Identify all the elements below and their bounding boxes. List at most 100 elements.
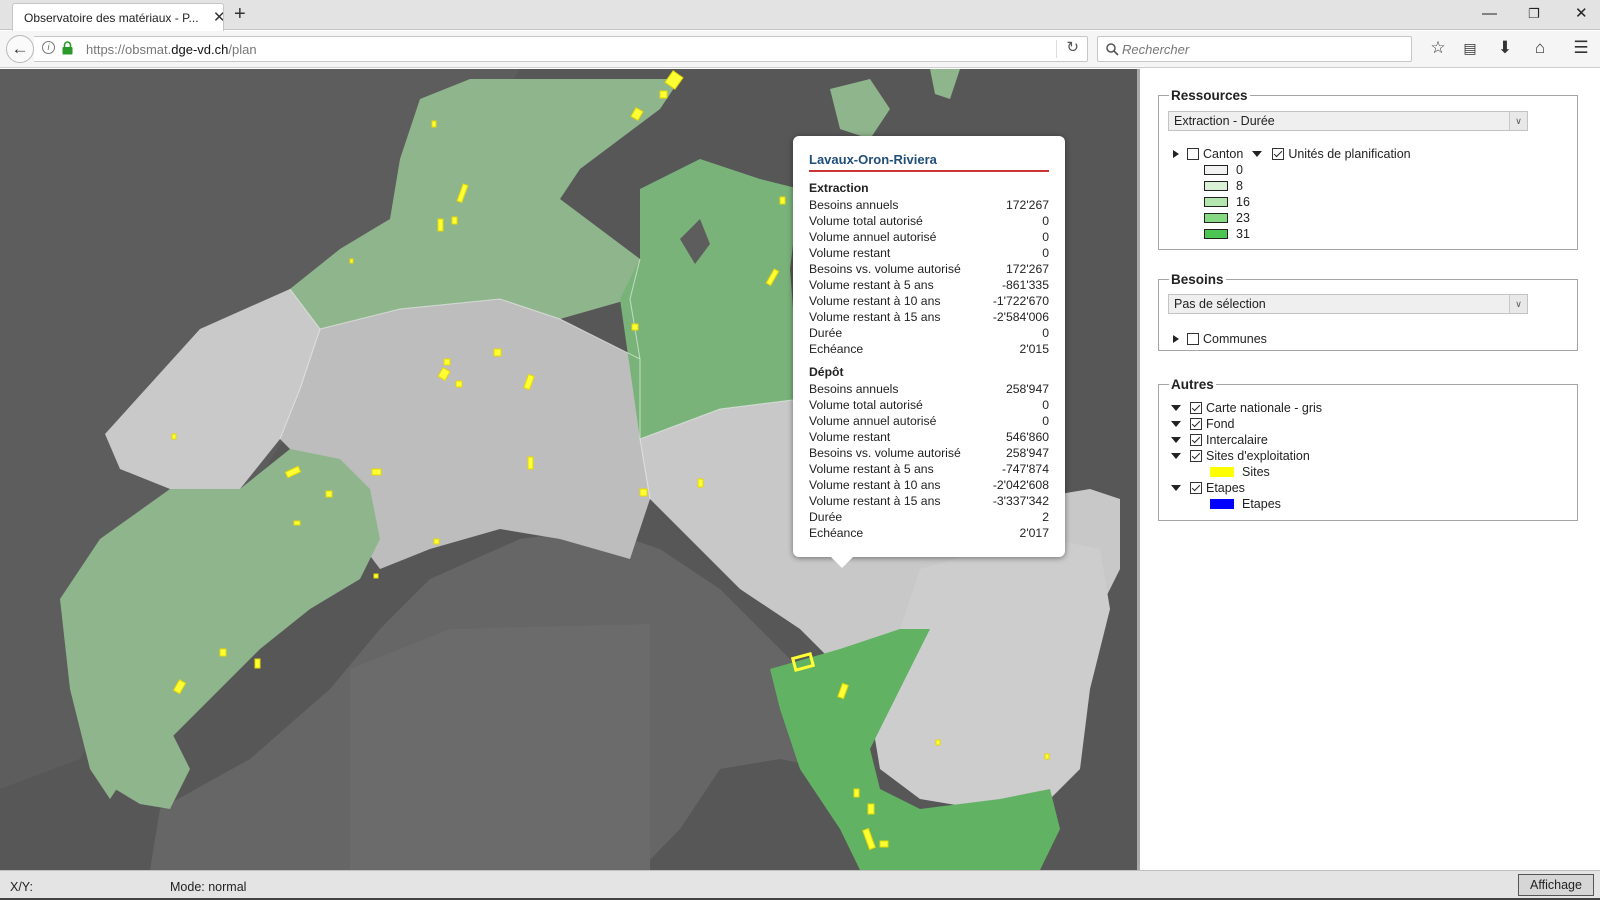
etapes-checkbox[interactable]: [1190, 482, 1202, 494]
unites-checkbox[interactable]: [1272, 148, 1285, 160]
extraction-rows: Besoins annuels 172'267 Volume total autor…: [809, 197, 1049, 357]
fond-checkbox[interactable]: [1190, 418, 1202, 430]
extraction-row-value: 2'015: [1019, 342, 1049, 356]
depot-row-label: Volume annuel autorisé: [809, 414, 937, 428]
fond-label: Fond: [1206, 417, 1235, 431]
extraction-row: Volume restant à 15 ans -2'584'006: [809, 309, 1049, 325]
browser-tab[interactable]: Observatoire des matériaux - P... ✕: [12, 3, 224, 31]
carte-checkbox[interactable]: [1190, 402, 1202, 414]
canton-dropdown-icon[interactable]: [1252, 151, 1263, 157]
etapes-swatch: [1210, 499, 1234, 509]
map-view[interactable]: Lavaux-Oron-Riviera Extraction Besoins a…: [0, 69, 1137, 870]
extraction-row-label: Volume annuel autorisé: [809, 230, 937, 244]
extraction-row-label: Volume restant à 15 ans: [809, 310, 941, 324]
collapse-arrow-icon[interactable]: [1171, 453, 1181, 459]
etapes-row: Etapes: [1171, 480, 1245, 496]
chevron-down-icon[interactable]: ∨: [1509, 295, 1527, 313]
etapes-legend-label: Etapes: [1242, 497, 1281, 511]
close-window-icon[interactable]: ✕: [1575, 5, 1588, 23]
class-swatch: [1204, 197, 1228, 207]
ressources-select-value: Extraction - Durée: [1174, 114, 1275, 128]
expand-arrow-icon[interactable]: [1173, 150, 1179, 158]
chevron-down-icon[interactable]: ∨: [1509, 112, 1527, 130]
depot-row: Besoins vs. volume autorisé 258'947: [809, 445, 1049, 461]
new-tab-button[interactable]: +: [234, 4, 246, 24]
etapes-legend-row: Etapes: [1210, 496, 1281, 512]
depot-row-label: Besoins vs. volume autorisé: [809, 446, 961, 460]
home-icon[interactable]: ⌂: [1528, 38, 1552, 58]
carte-row: Carte nationale - gris: [1171, 400, 1322, 416]
lock-icon: [62, 41, 73, 55]
search-bar[interactable]: [1097, 36, 1412, 62]
class-legend-item: 31: [1204, 226, 1250, 242]
menu-icon[interactable]: ☰: [1569, 38, 1593, 58]
info-icon[interactable]: i: [42, 41, 55, 54]
extraction-row-label: Volume restant à 10 ans: [809, 294, 941, 308]
communes-label: Communes: [1203, 332, 1267, 346]
url-text: https://obsmat.dge-vd.ch/plan: [86, 42, 257, 57]
collapse-arrow-icon[interactable]: [1171, 485, 1181, 491]
class-swatch: [1204, 213, 1228, 223]
reload-icon[interactable]: ↻: [1066, 38, 1079, 56]
extraction-row-value: 0: [1042, 326, 1049, 340]
sites-legend-label: Sites: [1242, 465, 1270, 479]
depot-row-value: -747'874: [1001, 462, 1049, 476]
bookmark-star-icon[interactable]: ☆: [1426, 38, 1450, 58]
autres-legend: Autres: [1171, 377, 1214, 392]
canton-row: Canton Unités de planification: [1173, 146, 1411, 162]
depot-row-value: 258'947: [1006, 446, 1049, 460]
close-tab-icon[interactable]: ✕: [213, 10, 223, 25]
back-button[interactable]: ←: [6, 35, 34, 63]
extraction-row-label: Echéance: [809, 342, 864, 356]
besoins-legend: Besoins: [1171, 272, 1224, 287]
class-label: 23: [1236, 211, 1250, 225]
class-legend-item: 16: [1204, 194, 1250, 210]
depot-row-label: Besoins annuels: [809, 382, 899, 396]
extraction-row-label: Besoins vs. volume autorisé: [809, 262, 961, 276]
besoins-select-value: Pas de sélection: [1174, 297, 1266, 311]
affichage-button[interactable]: Affichage: [1518, 874, 1594, 896]
intercalaire-checkbox[interactable]: [1190, 434, 1202, 446]
ressources-select[interactable]: Extraction - Durée ∨: [1168, 111, 1528, 131]
besoins-select[interactable]: Pas de sélection ∨: [1168, 294, 1528, 314]
expand-arrow-icon[interactable]: [1173, 335, 1179, 343]
collapse-arrow-icon[interactable]: [1171, 421, 1181, 427]
collapse-arrow-icon[interactable]: [1171, 405, 1181, 411]
url-bar[interactable]: i https://obsmat.dge-vd.ch/plan ↻: [34, 36, 1088, 62]
restore-icon[interactable]: ❐: [1528, 5, 1540, 23]
depot-row-label: Echéance: [809, 526, 864, 540]
canton-label: Canton: [1203, 147, 1244, 161]
search-input[interactable]: [1122, 40, 1402, 58]
download-icon[interactable]: ⬇: [1493, 38, 1517, 58]
depot-row-value: 2'017: [1019, 526, 1049, 540]
mode-readout: Mode: normal: [170, 880, 247, 894]
extraction-row-value: 0: [1042, 246, 1049, 260]
depot-row-label: Volume total autorisé: [809, 398, 923, 412]
depot-row-value: 546'860: [1006, 430, 1049, 444]
communes-checkbox[interactable]: [1187, 333, 1199, 345]
class-swatch: [1204, 165, 1228, 175]
class-label: 8: [1236, 179, 1243, 193]
popup-section-extraction: Extraction: [809, 181, 869, 195]
depot-rows: Besoins annuels 258'947 Volume total autor…: [809, 381, 1049, 541]
extraction-row: Besoins vs. volume autorisé 172'267: [809, 261, 1049, 277]
info-popup: Lavaux-Oron-Riviera Extraction Besoins a…: [793, 136, 1065, 568]
sites-checkbox[interactable]: [1190, 450, 1202, 462]
collapse-arrow-icon[interactable]: [1171, 437, 1181, 443]
extraction-row-value: -1'722'670: [992, 294, 1049, 308]
extraction-row-label: Besoins annuels: [809, 198, 899, 212]
etapes-label: Etapes: [1206, 481, 1245, 495]
depot-row: Volume restant à 10 ans -2'042'608: [809, 477, 1049, 493]
depot-row: Echéance 2'017: [809, 525, 1049, 541]
depot-row-label: Durée: [809, 510, 843, 524]
depot-row: Volume annuel autorisé 0: [809, 413, 1049, 429]
extraction-row-value: 0: [1042, 230, 1049, 244]
reading-list-icon[interactable]: ▤: [1458, 38, 1482, 58]
depot-row-label: Volume restant à 5 ans: [809, 462, 934, 476]
minimize-icon[interactable]: —: [1482, 5, 1497, 23]
class-legend-item: 23: [1204, 210, 1250, 226]
extraction-row-label: Volume restant: [809, 246, 891, 260]
canton-checkbox[interactable]: [1187, 148, 1199, 160]
intercalaire-label: Intercalaire: [1206, 433, 1268, 447]
extraction-row: Durée 0: [809, 325, 1049, 341]
